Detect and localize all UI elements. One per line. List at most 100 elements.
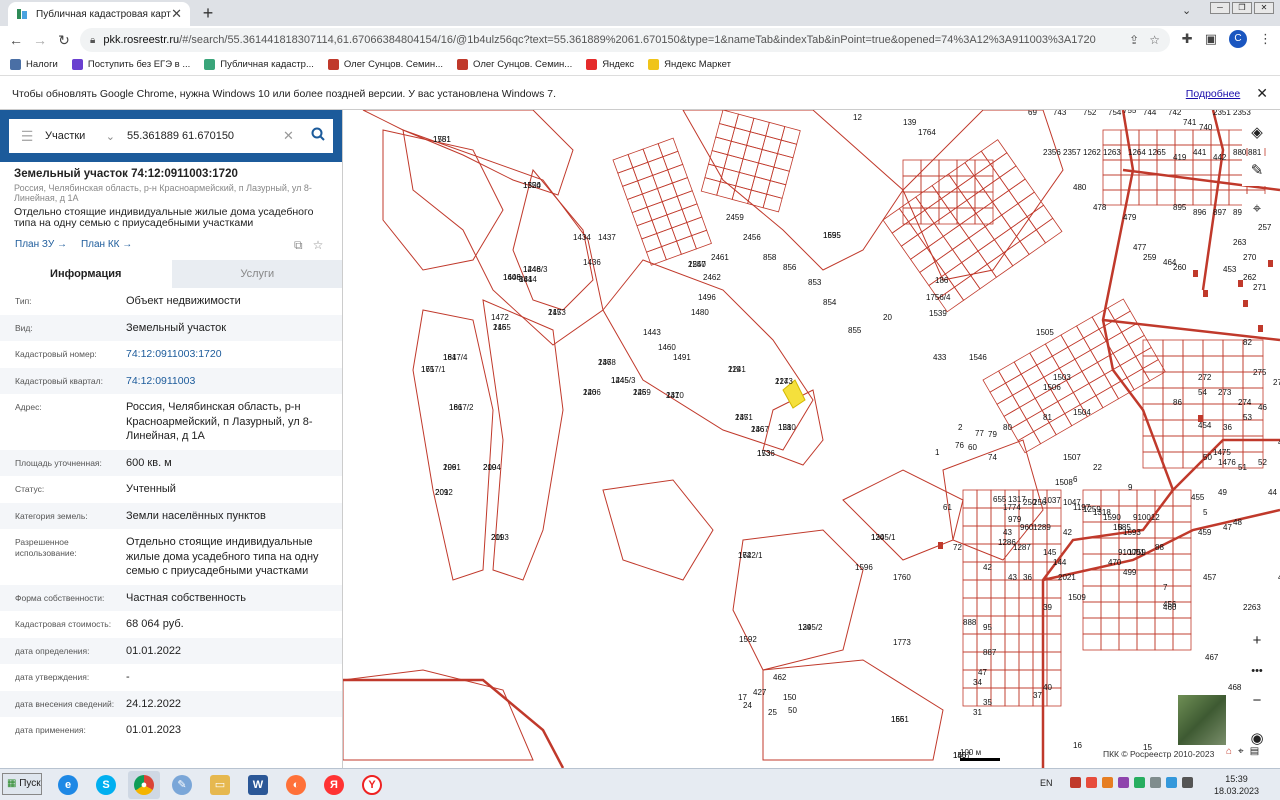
parcel-boundary (949, 199, 977, 226)
ie-icon[interactable]: e (52, 771, 84, 799)
zoom-out-icon[interactable]: − (1242, 686, 1272, 716)
clock[interactable]: 15:39 18.03.2023 (1214, 773, 1259, 797)
parcel-number-label: 468 (1228, 683, 1242, 692)
ruler-icon[interactable]: ✎ (1242, 156, 1272, 186)
clear-search-icon[interactable]: ✕ (283, 128, 303, 144)
paint-icon[interactable]: ✎ (166, 771, 198, 799)
bookmark-item[interactable]: Олег Сунцов. Семин... (327, 59, 443, 70)
parcel-layer[interactable]: 17811320169522402241214315101245/11245/2… (343, 110, 1280, 768)
tray-app-icon[interactable] (1133, 777, 1145, 788)
attribute-value[interactable]: 74:12:0911003 (126, 374, 336, 389)
tab-services[interactable]: Услуги (171, 260, 342, 288)
close-infobar-icon[interactable]: ✕ (1256, 85, 1268, 102)
search-input[interactable]: 55.361889 61.670150 (121, 130, 283, 142)
parcel-boundary (1046, 615, 1062, 635)
home-icon[interactable]: ⌂ (1226, 746, 1232, 757)
language-indicator[interactable]: EN (1040, 778, 1053, 788)
plan-zu-link[interactable]: План ЗУ → (15, 239, 67, 250)
attribute-row: Кадастровая стоимость: 68 064 руб. (0, 611, 342, 638)
back-icon[interactable]: ← (4, 32, 28, 48)
attribute-value[interactable]: 74:12:0911003:1720 (126, 347, 336, 362)
chrome-icon[interactable]: ● (128, 771, 160, 799)
cadastral-map[interactable]: 1781 1320 1695 2240 2241 2143 1510 1245/1 1245/2… (343, 110, 1280, 768)
zoom-in-icon[interactable]: + (1242, 626, 1272, 656)
parcel-boundary (637, 174, 658, 195)
address-bar[interactable]: 🔒︎ pkk.rosreestr.ru/#/search/55.36144181… (80, 28, 1170, 52)
bookmark-star-icon[interactable]: ☆ (1149, 33, 1160, 47)
search-type-select[interactable]: Участки ⌄ (45, 130, 121, 143)
bookmark-item[interactable]: Олег Сунцов. Семин... (457, 59, 572, 70)
parcel-number-label: 1504 (1073, 408, 1091, 417)
tray-app-icon[interactable] (1149, 777, 1161, 788)
extensions-icon[interactable]: ✚ (1182, 31, 1193, 47)
profile-avatar[interactable]: C (1229, 30, 1247, 48)
parcel-number-label: 40 (1043, 683, 1052, 692)
building-marker (1258, 325, 1263, 332)
site-info-icon[interactable]: 🔒︎ (90, 35, 95, 46)
parcel-boundary (1034, 388, 1059, 412)
tray-app-icon[interactable] (1101, 777, 1113, 788)
bookmark-item[interactable]: Публичная кадастр... (204, 59, 314, 70)
parcel-boundary (1192, 129, 1212, 146)
parcel-boundary (1102, 159, 1122, 176)
tab-information[interactable]: Информация (0, 260, 172, 288)
forward-icon[interactable]: → (28, 32, 52, 48)
bookmark-item[interactable]: Яндекс (586, 59, 634, 70)
attribute-value: Отдельно стоящие индивидуальные жилые до… (126, 536, 319, 577)
parcel-number-label: 46 (1258, 403, 1267, 412)
yandex-icon[interactable]: Я (318, 771, 350, 799)
parcel-boundary (1019, 397, 1043, 421)
minimize-button[interactable]: ─ (1210, 2, 1230, 14)
layers-icon[interactable]: ◈ (1242, 118, 1272, 148)
parcel-boundary (1003, 240, 1030, 267)
tray-app-icon[interactable] (1165, 777, 1177, 788)
parcel-number-label: 2356 (1043, 148, 1061, 157)
menu-hamburger-icon[interactable]: ☰ (9, 128, 45, 145)
tray-app-icon[interactable] (1085, 777, 1097, 788)
firefox-icon[interactable]: ◐ (280, 771, 312, 799)
search-icon[interactable] (303, 127, 333, 145)
bookmark-item[interactable]: Поступить без ЕГЭ в ... (71, 59, 190, 70)
zoom-to-object-icon[interactable]: ⧉ (294, 238, 303, 253)
parcel-number-label: 441 (1193, 148, 1207, 157)
close-window-button[interactable]: ✕ (1254, 2, 1274, 14)
print-icon[interactable]: ▤ (1250, 746, 1259, 757)
parcel-boundary (1162, 451, 1184, 469)
maximize-button[interactable]: ❐ (1232, 2, 1252, 14)
parcel-boundary (666, 208, 688, 229)
browser-tab[interactable]: Публичная кадастровая карта ✕ (8, 2, 190, 26)
skype-icon[interactable]: S (90, 771, 122, 799)
infobar-more-link[interactable]: Подробнее (1186, 88, 1240, 100)
attribute-key: Форма собственности: (15, 592, 105, 603)
locate-icon[interactable]: ⌖ (1242, 194, 1272, 224)
reload-icon[interactable]: ↻ (52, 32, 76, 49)
parcel-number-label: 61 (943, 503, 952, 512)
volume-icon[interactable] (1181, 777, 1193, 788)
explorer-icon[interactable]: ▭ (204, 771, 236, 799)
parcel-boundary (657, 137, 679, 158)
quarter-boundary (1041, 110, 1175, 768)
bookmark-item[interactable]: Налоги (10, 59, 58, 70)
more-icon[interactable]: ••• (1242, 656, 1272, 686)
parcel-boundary (1074, 349, 1099, 372)
favorite-star-icon[interactable]: ☆ (313, 238, 324, 253)
yandex-browser-icon[interactable]: Y (356, 771, 388, 799)
basemap-switcher[interactable] (1178, 695, 1226, 745)
new-tab-button[interactable]: + (198, 3, 218, 24)
parcel-number-label: 743 (1053, 110, 1067, 117)
tray-app-icon[interactable] (1117, 777, 1129, 788)
tab-search-icon[interactable]: ⌄ (1182, 4, 1191, 17)
parcel-number-label: 1434 (573, 233, 591, 242)
windows-taskbar: ▦ Пуск e S ● ✎ ▭ W ◐ Я Y EN 15:39 18.03.… (0, 768, 1280, 800)
menu-icon[interactable]: ⋮ (1259, 31, 1272, 47)
side-panel-icon[interactable]: ▣ (1205, 31, 1217, 47)
tray-app-icon[interactable] (1069, 777, 1081, 788)
close-tab-icon[interactable]: ✕ (171, 6, 182, 22)
start-button[interactable]: ▦ Пуск (2, 773, 42, 795)
bookmark-item[interactable]: Яндекс Маркет (648, 59, 731, 70)
word-icon[interactable]: W (242, 771, 274, 799)
plan-kk-link[interactable]: План КК → (81, 239, 132, 250)
parcel-boundary (412, 309, 494, 581)
share-icon[interactable]: ⇪ (1129, 33, 1139, 47)
pin-icon[interactable]: ⌖ (1238, 746, 1244, 757)
